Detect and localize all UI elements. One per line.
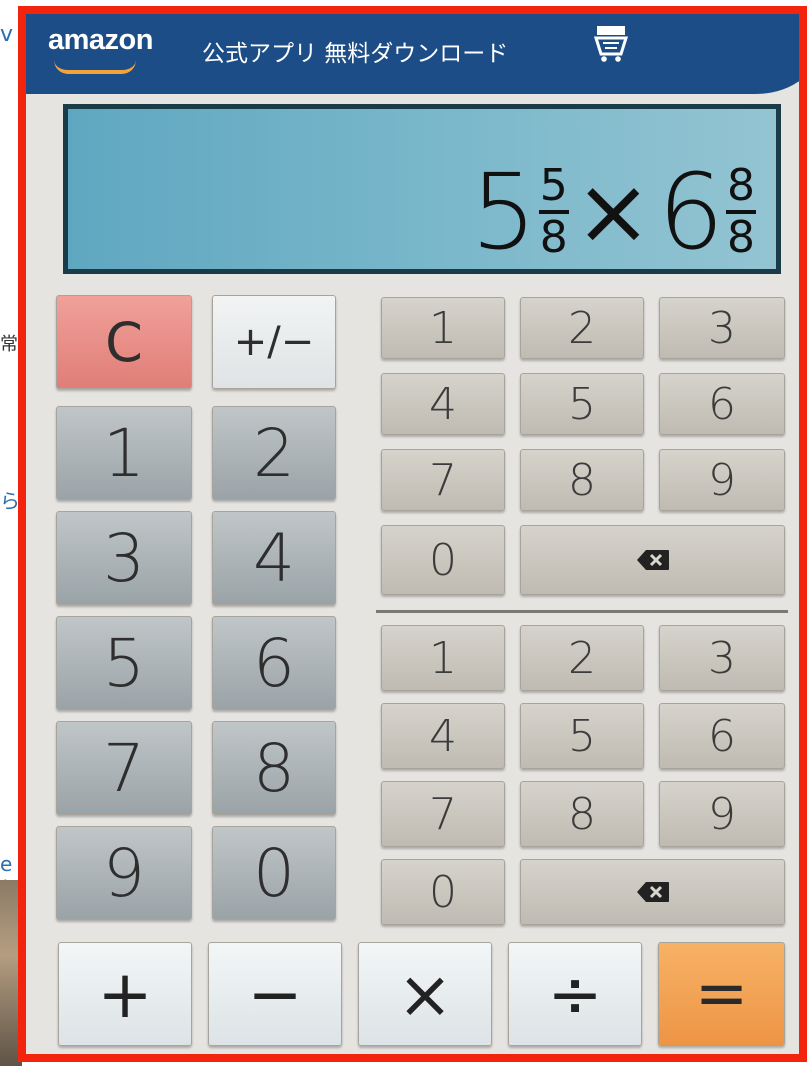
numerator-digit-7[interactable]: 7 bbox=[381, 449, 505, 511]
denominator-digit-3[interactable]: 3 bbox=[659, 625, 785, 691]
add-button[interactable]: + bbox=[58, 942, 192, 1046]
denominator-digit-6[interactable]: 6 bbox=[659, 703, 785, 769]
denominator-digit-8[interactable]: 8 bbox=[520, 781, 644, 847]
calculator-display: 5 5 8 × 6 8 8 bbox=[63, 104, 781, 274]
digit-button-6[interactable]: 6 bbox=[212, 616, 336, 710]
denominator-digit-0[interactable]: 0 bbox=[381, 859, 505, 925]
numerator-a: 5 bbox=[539, 160, 568, 211]
numerator-digit-5[interactable]: 5 bbox=[520, 373, 644, 435]
digit-button-3[interactable]: 3 bbox=[56, 511, 192, 605]
digit-button-4[interactable]: 4 bbox=[212, 511, 336, 605]
background-text: 常 bbox=[0, 334, 18, 355]
digit-button-5[interactable]: 5 bbox=[56, 616, 192, 710]
digit-button-0[interactable]: 0 bbox=[212, 826, 336, 920]
background-text: v bbox=[0, 22, 14, 47]
subtract-button[interactable]: − bbox=[208, 942, 342, 1046]
clear-button[interactable]: C bbox=[56, 295, 192, 389]
whole-number-b: 6 bbox=[657, 151, 724, 273]
numerator-backspace-button[interactable] bbox=[520, 525, 785, 595]
multiply-button[interactable]: × bbox=[358, 942, 492, 1046]
fraction-a: 5 8 bbox=[538, 160, 569, 263]
denominator-digit-5[interactable]: 5 bbox=[520, 703, 644, 769]
denominator-digit-9[interactable]: 9 bbox=[659, 781, 785, 847]
numerator-b: 8 bbox=[727, 160, 755, 211]
whole-number-a: 5 bbox=[470, 151, 537, 273]
numerator-digit-0[interactable]: 0 bbox=[381, 525, 505, 595]
backspace-icon bbox=[636, 550, 669, 570]
denominator-b: 8 bbox=[727, 212, 755, 263]
denominator-digit-2[interactable]: 2 bbox=[520, 625, 644, 691]
cart-icon bbox=[593, 26, 629, 62]
divide-button[interactable]: ÷ bbox=[508, 942, 642, 1046]
backspace-icon bbox=[636, 882, 669, 902]
denominator-digit-4[interactable]: 4 bbox=[381, 703, 505, 769]
app-banner[interactable]: amazon 公式アプリ 無料ダウンロード bbox=[26, 14, 799, 94]
numerator-digit-8[interactable]: 8 bbox=[520, 449, 644, 511]
sign-toggle-button[interactable]: +/− bbox=[212, 295, 336, 389]
fraction-divider bbox=[376, 610, 788, 613]
digit-button-9[interactable]: 9 bbox=[56, 826, 192, 920]
denominator-digit-1[interactable]: 1 bbox=[381, 625, 505, 691]
ad-frame: amazon 公式アプリ 無料ダウンロード 5 5 8 × 6 8 8 C +/… bbox=[18, 6, 807, 1062]
numerator-digit-6[interactable]: 6 bbox=[659, 373, 785, 435]
amazon-logo: amazon bbox=[48, 24, 153, 56]
digit-button-1[interactable]: 1 bbox=[56, 406, 192, 500]
numerator-digit-9[interactable]: 9 bbox=[659, 449, 785, 511]
digit-button-8[interactable]: 8 bbox=[212, 721, 336, 815]
denominator-a: 8 bbox=[539, 212, 568, 263]
denominator-backspace-button[interactable] bbox=[520, 859, 785, 925]
denominator-digit-7[interactable]: 7 bbox=[381, 781, 505, 847]
digit-button-2[interactable]: 2 bbox=[212, 406, 336, 500]
digit-button-7[interactable]: 7 bbox=[56, 721, 192, 815]
promo-text: 公式アプリ 無料ダウンロード bbox=[202, 41, 509, 67]
numerator-digit-3[interactable]: 3 bbox=[659, 297, 785, 359]
numerator-digit-2[interactable]: 2 bbox=[520, 297, 644, 359]
amazon-smile-icon bbox=[54, 60, 136, 74]
operator: × bbox=[574, 158, 652, 265]
numerator-digit-1[interactable]: 1 bbox=[381, 297, 505, 359]
background-link[interactable]: ら bbox=[0, 485, 20, 514]
expression: 5 5 8 × 6 8 8 bbox=[471, 147, 756, 277]
equals-button[interactable]: = bbox=[658, 942, 785, 1046]
fraction-b: 8 8 bbox=[726, 164, 756, 260]
numerator-digit-4[interactable]: 4 bbox=[381, 373, 505, 435]
